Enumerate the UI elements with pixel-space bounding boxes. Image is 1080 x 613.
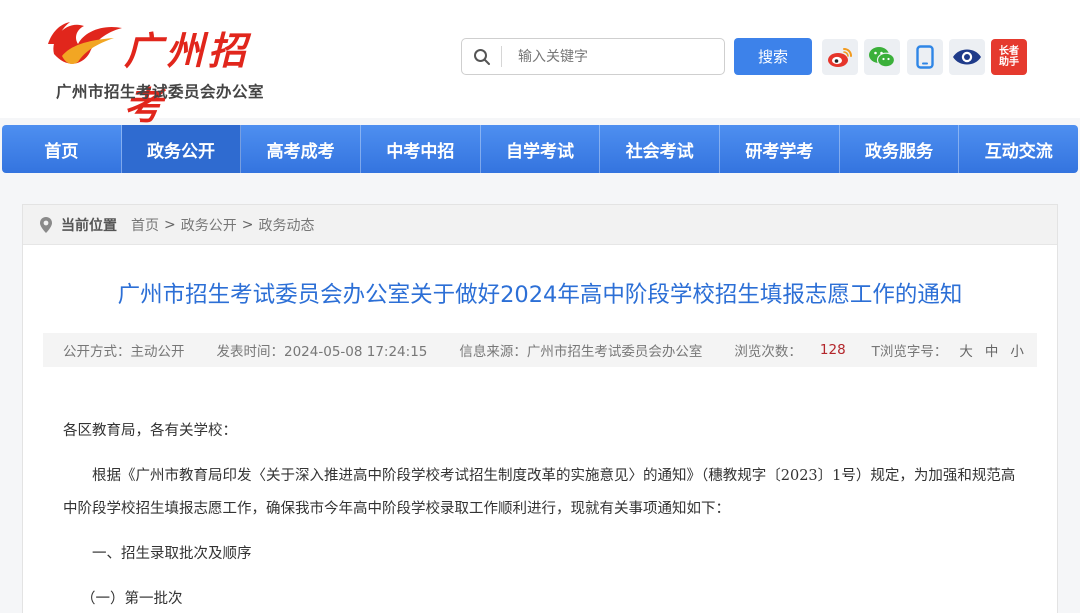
wechat-icon	[869, 47, 896, 68]
breadcrumb-government-affairs[interactable]: 政务公开	[181, 215, 237, 235]
article-title: 广州市招生考试委员会办公室关于做好2024年高中阶段学校招生填报志愿工作的通知	[117, 282, 963, 308]
search-button[interactable]: 搜索	[734, 38, 812, 75]
meta-views-count: 128	[819, 342, 846, 358]
logo-text: 广州招考	[124, 28, 251, 128]
nav-item-government-services[interactable]: 政务服务	[840, 125, 960, 173]
breadcrumb-separator: >	[164, 216, 176, 233]
eye-icon	[953, 49, 981, 65]
font-size-large-button[interactable]: 大	[959, 340, 973, 360]
mobile-button[interactable]	[907, 39, 943, 75]
search-box	[461, 38, 725, 75]
nav-item-graduate-exam[interactable]: 研考学考	[720, 125, 840, 173]
breadcrumb-separator: >	[241, 216, 254, 233]
nav-item-government-affairs[interactable]: 政务公开	[121, 125, 242, 173]
article-meta-bar: 公开方式：主动公开 发表时间：2024-05-08 17:24:15 信息来源：…	[43, 333, 1037, 367]
meta-published-time: 发表时间：2024-05-08 17:24:15	[216, 344, 428, 360]
breadcrumb-government-news[interactable]: 政务动态	[258, 215, 314, 235]
search-icon	[462, 46, 502, 67]
nav-item-self-study-exam[interactable]: 自学考试	[481, 125, 601, 173]
logo-flame-icon	[48, 22, 122, 64]
meta-views-label: 浏览次数：	[734, 344, 802, 360]
location-pin-icon	[40, 216, 52, 233]
font-size-medium-button[interactable]: 中	[985, 340, 999, 360]
mobile-phone-icon	[916, 45, 934, 69]
breadcrumb: 当前位置 首页 > 政务公开 > 政务动态	[23, 205, 1057, 245]
nav-item-gaokao[interactable]: 高考成考	[241, 125, 362, 173]
meta-disclosure: 公开方式：主动公开	[63, 344, 185, 360]
elder-label-line1: 长者	[999, 46, 1019, 57]
site-logo[interactable]: 广州招考 广州市招生考试委员会办公室	[40, 10, 280, 128]
meta-font-size-label: T浏览字号：	[871, 344, 948, 360]
search-input[interactable]	[502, 39, 724, 74]
article-card: 当前位置 首页 > 政务公开 > 政务动态 广州市招生考试委员会办公室关于做好2…	[22, 204, 1058, 613]
weibo-button[interactable]	[822, 39, 858, 75]
nav-item-zhongkao[interactable]: 中考中招	[361, 125, 481, 173]
weibo-icon	[828, 48, 852, 67]
accessibility-button[interactable]	[949, 39, 985, 75]
wechat-button[interactable]	[864, 39, 900, 75]
elder-label-line2: 助手	[999, 57, 1019, 68]
breadcrumb-label: 当前位置	[61, 217, 117, 234]
breadcrumb-home[interactable]: 首页	[131, 215, 159, 235]
article-body: 各区教育局，各有关学校： 根据《广州市教育局印发〈关于深入推进高中阶段学校考试招…	[63, 415, 1019, 613]
nav-item-interaction[interactable]: 互动交流	[959, 125, 1078, 173]
font-size-small-button[interactable]: 小	[1010, 340, 1024, 360]
article-section-heading: 一、招生录取批次及顺序	[92, 546, 252, 562]
nav-item-home[interactable]: 首页	[2, 125, 122, 173]
meta-source: 信息来源：广州市招生考试委员会办公室	[459, 344, 703, 360]
main-nav: 首页 政务公开 高考成考 中考中招 自学考试 社会考试 研考学考 政务服务 互动…	[2, 125, 1078, 173]
article-paragraph: 各区教育局，各有关学校：	[63, 423, 237, 439]
nav-item-social-exam[interactable]: 社会考试	[600, 125, 721, 173]
logo-subtitle: 广州市招生考试委员会办公室	[56, 83, 265, 101]
elder-assistant-button[interactable]: 长者 助手	[991, 39, 1027, 75]
article-paragraph: 根据《广州市教育局印发〈关于深入推进高中阶段学校考试招生制度改革的实施意见〉的通…	[63, 468, 1016, 517]
article-subsection-heading: （一）第一批次	[81, 591, 183, 607]
site-header: 广州招考 广州市招生考试委员会办公室 搜索	[0, 0, 1080, 128]
